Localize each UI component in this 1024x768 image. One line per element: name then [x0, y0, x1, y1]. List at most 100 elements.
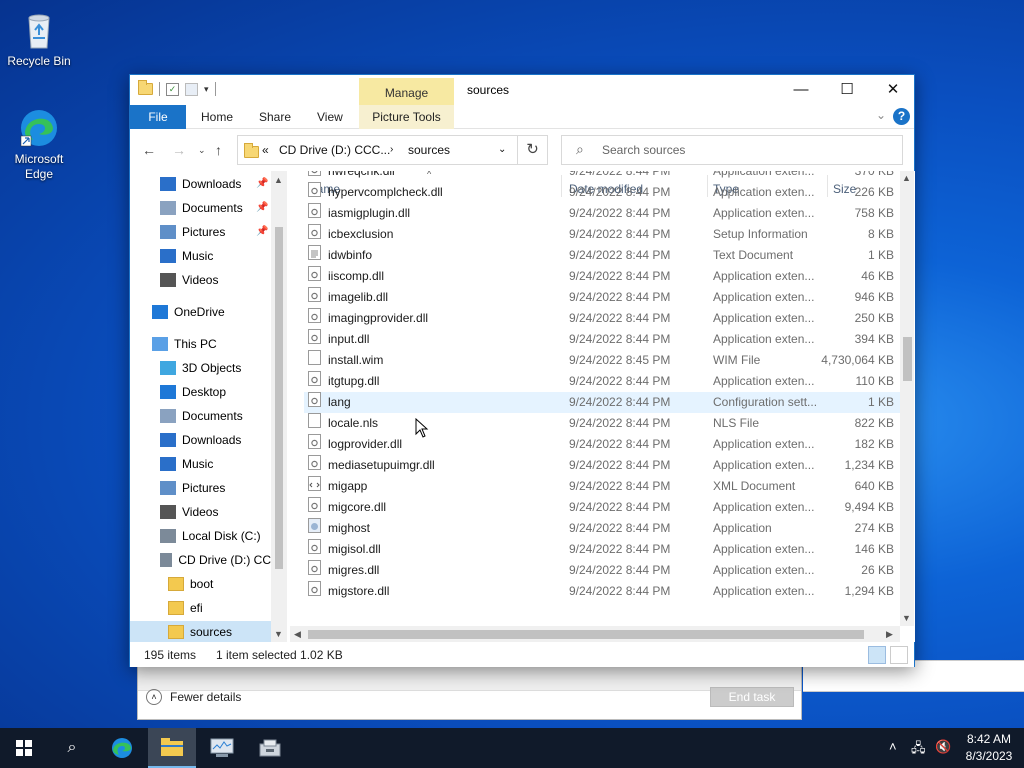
sidebar-item-downloads[interactable]: Downloads 📌	[130, 173, 271, 195]
local-disk-icon	[160, 529, 176, 543]
sidebar-item-sources[interactable]: sources	[130, 621, 271, 642]
file-row[interactable]: mighost 9/24/2022 8:44 PM Application 274 K…	[304, 518, 900, 539]
sidebar-item-cd-drive-d-cc[interactable]: CD Drive (D:) CC	[130, 549, 271, 571]
sidebar-item-efi[interactable]: efi	[130, 597, 271, 619]
sidebar-item-music[interactable]: Music	[130, 453, 271, 475]
sidebar-item-videos[interactable]: Videos	[130, 501, 271, 523]
scroll-right-arrow-icon[interactable]: ▶	[886, 629, 893, 640]
sidebar-item-downloads[interactable]: Downloads	[130, 429, 271, 451]
title-bar: ✓ ▾ Manage sources — ☐ ✕	[130, 75, 914, 105]
up-arrow-icon[interactable]: ↑	[215, 142, 222, 158]
address-dropdown-icon[interactable]: ⌄	[498, 144, 506, 155]
tab-home[interactable]: Home	[201, 105, 233, 129]
file-row[interactable]: hypervcomplcheck.dll 9/24/2022 8:44 PM App…	[304, 182, 900, 203]
sidebar-item-this-pc[interactable]: This PC	[130, 333, 271, 355]
item-count: 195 items	[144, 648, 197, 662]
sidebar-item-videos[interactable]: Videos	[130, 269, 271, 291]
file-row[interactable]: icbexclusion 9/24/2022 8:44 PM Setup Infor…	[304, 224, 900, 245]
end-task-button[interactable]: End task	[710, 687, 794, 707]
collapse-ribbon-icon[interactable]: ⌄	[876, 108, 886, 122]
tab-view[interactable]: View	[317, 105, 343, 129]
sidebar-item-boot[interactable]: boot	[130, 573, 271, 595]
tab-file[interactable]: File	[130, 105, 186, 129]
file-row[interactable]: itgtupg.dll 9/24/2022 8:44 PM Application …	[304, 371, 900, 392]
qat-dropdown-icon[interactable]: ▾	[204, 84, 209, 95]
file-row[interactable]: migapp 9/24/2022 8:44 PM XML Document 640 K…	[304, 476, 900, 497]
desktop-icon-edge[interactable]: Microsoft Edge	[4, 106, 74, 182]
desktop-icon-recycle-bin[interactable]: Recycle Bin	[4, 8, 74, 69]
file-row[interactable]: migres.dll 9/24/2022 8:44 PM Application e…	[304, 560, 900, 581]
file-row[interactable]: iiscomp.dll 9/24/2022 8:44 PM Application …	[304, 266, 900, 287]
scroll-left-arrow-icon[interactable]: ◀	[294, 629, 301, 640]
close-button[interactable]: ✕	[870, 75, 916, 105]
scroll-up-arrow-icon[interactable]: ▲	[274, 175, 283, 185]
scroll-thumb[interactable]	[275, 227, 283, 569]
clock[interactable]: 8:42 AM 8/3/2023	[960, 731, 1018, 765]
file-row[interactable]: migcore.dll 9/24/2022 8:44 PM Application …	[304, 497, 900, 518]
sidebar-item-pictures[interactable]: Pictures	[130, 477, 271, 499]
breadcrumb-sources[interactable]: sources	[408, 143, 450, 157]
scroll-thumb[interactable]	[903, 337, 912, 381]
file-row[interactable]: migstore.dll 9/24/2022 8:44 PM Application…	[304, 581, 900, 602]
file-list-horizontal-scrollbar[interactable]: ◀ ▶	[290, 626, 900, 642]
file-row[interactable]: migisol.dll 9/24/2022 8:44 PM Application …	[304, 539, 900, 560]
sidebar-item-3d-objects[interactable]: 3D Objects	[130, 357, 271, 379]
breadcrumb-overflow[interactable]: «	[262, 143, 269, 157]
scroll-up-arrow-icon[interactable]: ▲	[902, 173, 911, 183]
fewer-details-button[interactable]: ˄ Fewer details	[146, 689, 241, 705]
file-row[interactable]: locale.nls 9/24/2022 8:44 PM NLS File 822 K…	[304, 413, 900, 434]
file-row[interactable]: hwreqchk.dll 9/24/2022 8:44 PM Application…	[304, 171, 900, 182]
back-arrow-icon[interactable]: ←	[142, 142, 156, 158]
maximize-button[interactable]: ☐	[824, 75, 870, 105]
scroll-thumb[interactable]	[308, 630, 864, 639]
properties-icon[interactable]: ✓	[166, 82, 179, 96]
sidebar-item-documents[interactable]: Documents 📌	[130, 197, 271, 219]
nav-scrollbar[interactable]: ▲ ▼	[271, 171, 287, 642]
file-row[interactable]: imagelib.dll 9/24/2022 8:44 PM Application…	[304, 287, 900, 308]
taskbar-edge-button[interactable]	[98, 728, 146, 768]
desktop-icon-label: Microsoft Edge	[14, 152, 64, 181]
tab-share[interactable]: Share	[259, 105, 291, 129]
show-hidden-icons-icon[interactable]: ˄	[889, 739, 897, 754]
volume-muted-icon[interactable]: 🔇	[935, 739, 951, 755]
sidebar-item-desktop[interactable]: Desktop	[130, 381, 271, 403]
network-icon[interactable]: 🖧	[911, 739, 926, 761]
refresh-button[interactable]: ↻	[518, 135, 548, 165]
breadcrumb-cd-drive[interactable]: CD Drive (D:) CCC...	[279, 143, 390, 157]
tab-picture-tools[interactable]: Picture Tools	[359, 105, 454, 129]
sidebar-item-local-disk-c[interactable]: Local Disk (C:)	[130, 525, 271, 547]
recent-locations-icon[interactable]: ⌄	[198, 145, 206, 156]
breadcrumb-chevron-icon[interactable]: ›	[390, 144, 393, 155]
file-row[interactable]: imagingprovider.dll 9/24/2022 8:44 PM Appl…	[304, 308, 900, 329]
forward-arrow-icon[interactable]: →	[172, 142, 186, 158]
context-tab-manage[interactable]: Manage	[359, 78, 454, 105]
help-icon[interactable]: ?	[893, 108, 910, 125]
large-icons-view-icon[interactable]	[890, 646, 908, 664]
quick-access-toolbar: ✓ ▾	[138, 80, 216, 96]
search-button[interactable]: ⌕	[48, 728, 96, 768]
taskbar-file-explorer-button[interactable]	[148, 728, 196, 768]
details-view-icon[interactable]	[868, 646, 886, 664]
taskbar-task-manager-button[interactable]	[198, 728, 246, 768]
file-list-vertical-scrollbar[interactable]: ▲ ▼	[900, 171, 914, 626]
file-row[interactable]: install.wim 9/24/2022 8:45 PM WIM File 4,73…	[304, 350, 900, 371]
minimize-button[interactable]: —	[778, 75, 824, 105]
start-button[interactable]	[0, 728, 48, 768]
new-folder-icon[interactable]	[185, 82, 198, 96]
taskbar-setup-button[interactable]	[246, 728, 294, 768]
search-input[interactable]: ⌕ Search sources	[561, 135, 903, 165]
file-row[interactable]: lang 9/24/2022 8:44 PM Configuration sett.…	[304, 392, 900, 413]
address-bar[interactable]: « CD Drive (D:) CCC... › sources ⌄	[237, 135, 518, 165]
scroll-down-arrow-icon[interactable]: ▼	[274, 629, 283, 639]
file-row[interactable]: iasmigplugin.dll 9/24/2022 8:44 PM Applica…	[304, 203, 900, 224]
scroll-down-arrow-icon[interactable]: ▼	[902, 613, 911, 623]
file-row[interactable]: idwbinfo 9/24/2022 8:44 PM Text Document 1 …	[304, 245, 900, 266]
sidebar-item-pictures[interactable]: Pictures 📌	[130, 221, 271, 243]
sidebar-item-music[interactable]: Music	[130, 245, 271, 267]
file-date: 9/24/2022 8:44 PM	[569, 290, 671, 304]
file-row[interactable]: logprovider.dll 9/24/2022 8:44 PM Applicat…	[304, 434, 900, 455]
file-row[interactable]: input.dll 9/24/2022 8:44 PM Application ex…	[304, 329, 900, 350]
sidebar-item-onedrive[interactable]: OneDrive	[130, 301, 271, 323]
file-row[interactable]: mediasetupuimgr.dll 9/24/2022 8:44 PM Appl…	[304, 455, 900, 476]
sidebar-item-documents[interactable]: Documents	[130, 405, 271, 427]
